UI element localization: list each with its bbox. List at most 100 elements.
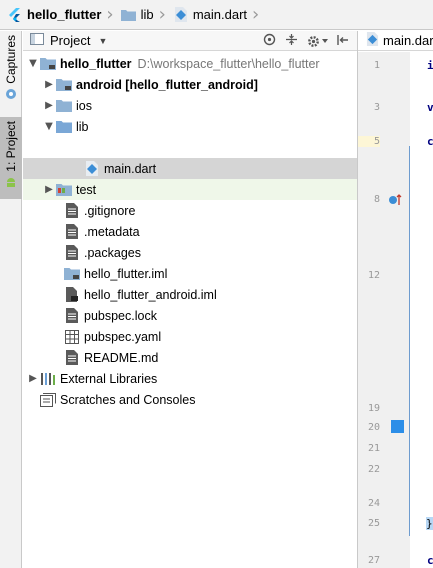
tree-item-android[interactable]: ▶ android [hello_flutter_android] <box>23 74 357 95</box>
tree-item-ios[interactable]: ▶ ios <box>23 95 357 116</box>
tree-item-main-dart[interactable]: main.dart <box>23 158 357 179</box>
code-fragment: c <box>427 554 433 567</box>
project-panel-header: Project ▼ <box>23 31 357 51</box>
tree-item-label: README.md <box>84 350 159 365</box>
module-folder-icon <box>56 77 72 93</box>
module-file-icon <box>64 287 80 303</box>
tree-item-hello-flutter-iml[interactable]: hello_flutter.iml <box>23 263 357 284</box>
project-view-selector[interactable]: Project <box>50 33 90 48</box>
line-number: 19 <box>367 403 380 414</box>
tree-item-readme[interactable]: README.md <box>23 347 357 368</box>
override-marker-icon[interactable] <box>388 193 402 210</box>
module-file-icon <box>64 266 80 282</box>
tree-item-scratches[interactable]: Scratches and Consoles <box>23 389 357 410</box>
dart-file-icon <box>84 161 100 177</box>
tree-item-label: .gitignore <box>84 203 136 218</box>
project-tool-tab[interactable]: 1: Project <box>0 117 22 199</box>
tree-item-external-libraries[interactable]: ▶ External Libraries <box>23 368 357 389</box>
chevron-right-icon[interactable]: ▶ <box>26 368 40 389</box>
tree-item-label: lib <box>76 119 89 134</box>
tree-item-test[interactable]: ▶ test <box>23 179 357 200</box>
tree-item-gitignore[interactable]: .gitignore <box>23 200 357 221</box>
root-label: hello_flutter <box>60 56 132 71</box>
line-number: 22 <box>367 464 380 475</box>
chevron-right-icon[interactable]: ▶ <box>42 179 56 200</box>
tree-item-lib[interactable]: ▼ lib <box>23 116 357 137</box>
dart-file-icon <box>173 7 189 23</box>
chevron-right-icon: › <box>252 3 260 25</box>
code-fragment: } <box>426 517 433 530</box>
tree-item-label: ios <box>76 98 92 113</box>
navigation-bar: hello_flutter › lib › main.dart › <box>0 0 433 30</box>
panel-header-actions <box>263 31 349 51</box>
tree-item-hello-flutter-android-iml[interactable]: hello_flutter_android.iml <box>23 284 357 305</box>
tree-item-pubspec-yaml[interactable]: pubspec.yaml <box>23 326 357 347</box>
hide-panel-icon[interactable] <box>337 34 349 49</box>
tree-item-label: hello_flutter.iml <box>84 266 168 281</box>
tree-item-packages[interactable]: .packages <box>23 242 357 263</box>
chevron-right-icon[interactable]: ▶ <box>42 74 56 95</box>
line-number: 12 <box>367 270 380 281</box>
project-view-icon <box>30 33 44 48</box>
collapse-all-icon[interactable] <box>285 33 298 49</box>
editor-tab-main-dart[interactable]: main.dart <box>358 31 433 51</box>
tree-item-root[interactable]: ▼ hello_flutter D:\workspace_flutter\hel… <box>23 53 357 74</box>
locate-file-icon[interactable] <box>263 33 276 49</box>
tree-item-pubspec-lock[interactable]: pubspec.lock <box>23 305 357 326</box>
tree-item-label: External Libraries <box>60 371 158 386</box>
source-folder-icon <box>56 119 72 135</box>
line-number: 20 <box>367 422 380 433</box>
line-number: 21 <box>367 443 380 454</box>
line-number: 27 <box>367 555 380 566</box>
tree-item-label: Scratches and Consoles <box>60 392 196 407</box>
folder-icon <box>56 98 72 114</box>
captures-tab-label: Captures <box>4 35 18 84</box>
breadcrumb-label: hello_flutter <box>27 7 102 22</box>
flutter-logo-icon <box>7 7 23 23</box>
project-folder-icon <box>40 56 56 72</box>
project-tab-label: 1: Project <box>4 121 18 172</box>
tree-item-label: .packages <box>84 245 141 260</box>
tree-item-label: main.dart <box>104 161 157 176</box>
yaml-file-icon <box>64 329 80 345</box>
breadcrumb-project[interactable]: hello_flutter <box>4 0 104 30</box>
line-number: 1 <box>373 60 380 71</box>
tree-item-metadata[interactable]: .metadata <box>23 221 357 242</box>
code-fragment: c <box>427 135 433 148</box>
breadcrumb-main-dart[interactable]: main.dart <box>170 0 250 30</box>
root-path: D:\workspace_flutter\hello_flutter <box>137 56 320 71</box>
code-fragment: i <box>427 59 433 72</box>
camera-icon <box>5 88 17 103</box>
dart-file-icon <box>366 32 379 49</box>
test-folder-icon <box>56 182 72 198</box>
code-fragment: v <box>427 101 433 114</box>
code-area[interactable]: i v c } c <box>410 52 433 568</box>
tree-item-label: android [hello_flutter_android] <box>76 77 258 92</box>
breadcrumb-label: main.dart <box>192 7 248 22</box>
text-file-icon <box>64 350 80 366</box>
captures-tool-tab[interactable]: Captures <box>0 35 22 105</box>
chevron-down-icon[interactable]: ▼ <box>98 36 107 46</box>
breadcrumb-lib[interactable]: lib <box>118 0 157 30</box>
tree-item-label: .metadata <box>84 224 140 239</box>
line-number: 24 <box>367 498 380 509</box>
text-file-icon <box>64 224 80 240</box>
color-preview-swatch[interactable] <box>391 420 404 433</box>
android-icon <box>5 176 17 191</box>
tree-item-label: hello_flutter_android.iml <box>84 287 217 302</box>
chevron-down-icon[interactable]: ▼ <box>26 53 40 74</box>
settings-gear-icon[interactable] <box>307 35 328 48</box>
line-number: 5 <box>358 136 380 147</box>
project-panel: Project ▼ ▼ hello_flutter D:\workspace_f… <box>23 31 357 568</box>
chevron-right-icon: › <box>158 3 166 25</box>
library-icon <box>40 371 56 387</box>
tree-item-label: pubspec.yaml <box>84 329 162 344</box>
tree-item-label: pubspec.lock <box>84 308 157 323</box>
text-file-icon <box>64 203 80 219</box>
breadcrumb-label: lib <box>140 7 154 22</box>
chevron-down-icon[interactable]: ▼ <box>42 116 56 137</box>
chevron-right-icon[interactable]: ▶ <box>42 95 56 116</box>
left-tool-strip: Captures 1: Project <box>0 31 22 568</box>
line-number: 8 <box>373 194 380 205</box>
text-file-icon <box>64 245 80 261</box>
